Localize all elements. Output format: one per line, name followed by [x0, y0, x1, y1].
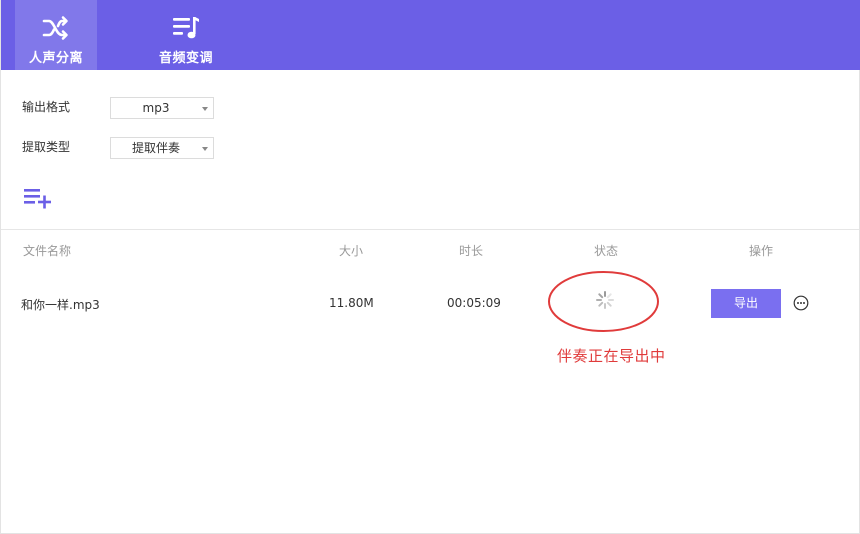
extract-type-value: 提取伴奏 — [131, 141, 180, 155]
annotation-circle — [548, 271, 659, 332]
output-format-value: mp3 — [142, 101, 170, 115]
export-button[interactable]: 导出 — [711, 289, 781, 318]
output-format-label: 输出格式 — [22, 100, 71, 114]
chevron-down-icon — [202, 107, 208, 111]
music-list-icon — [173, 17, 199, 39]
chevron-down-icon — [202, 147, 208, 151]
extract-type-label: 提取类型 — [22, 140, 71, 154]
top-nav-bar: 人声分离 音频变调 — [1, 0, 860, 70]
more-options-icon[interactable] — [793, 295, 809, 311]
column-header-duration: 时长 — [459, 244, 484, 258]
column-header-size: 大小 — [339, 244, 364, 258]
column-header-status: 状态 — [594, 244, 619, 258]
tab-pitch-shift[interactable]: 音频变调 — [145, 0, 227, 70]
file-name: 和你一样.mp3 — [21, 298, 100, 312]
annotation-text: 伴奏正在导出中 — [557, 347, 666, 365]
divider — [1, 229, 859, 230]
tab-vocal-separation[interactable]: 人声分离 — [15, 0, 97, 70]
shuffle-icon — [42, 16, 68, 40]
extract-type-select[interactable]: 提取伴奏 — [110, 137, 214, 159]
column-header-action: 操作 — [749, 244, 774, 258]
tab-label: 人声分离 — [28, 51, 83, 66]
file-duration: 00:05:09 — [447, 296, 501, 310]
app-window: 人声分离 音频变调 输出格式 mp3 提取类型 提取伴奏 文件名称 大小 时长 … — [0, 0, 860, 534]
file-size: 11.80M — [329, 296, 374, 310]
tab-label: 音频变调 — [158, 51, 213, 66]
output-format-select[interactable]: mp3 — [110, 97, 214, 119]
add-file-list-icon[interactable] — [23, 186, 53, 210]
column-header-name: 文件名称 — [23, 244, 72, 258]
